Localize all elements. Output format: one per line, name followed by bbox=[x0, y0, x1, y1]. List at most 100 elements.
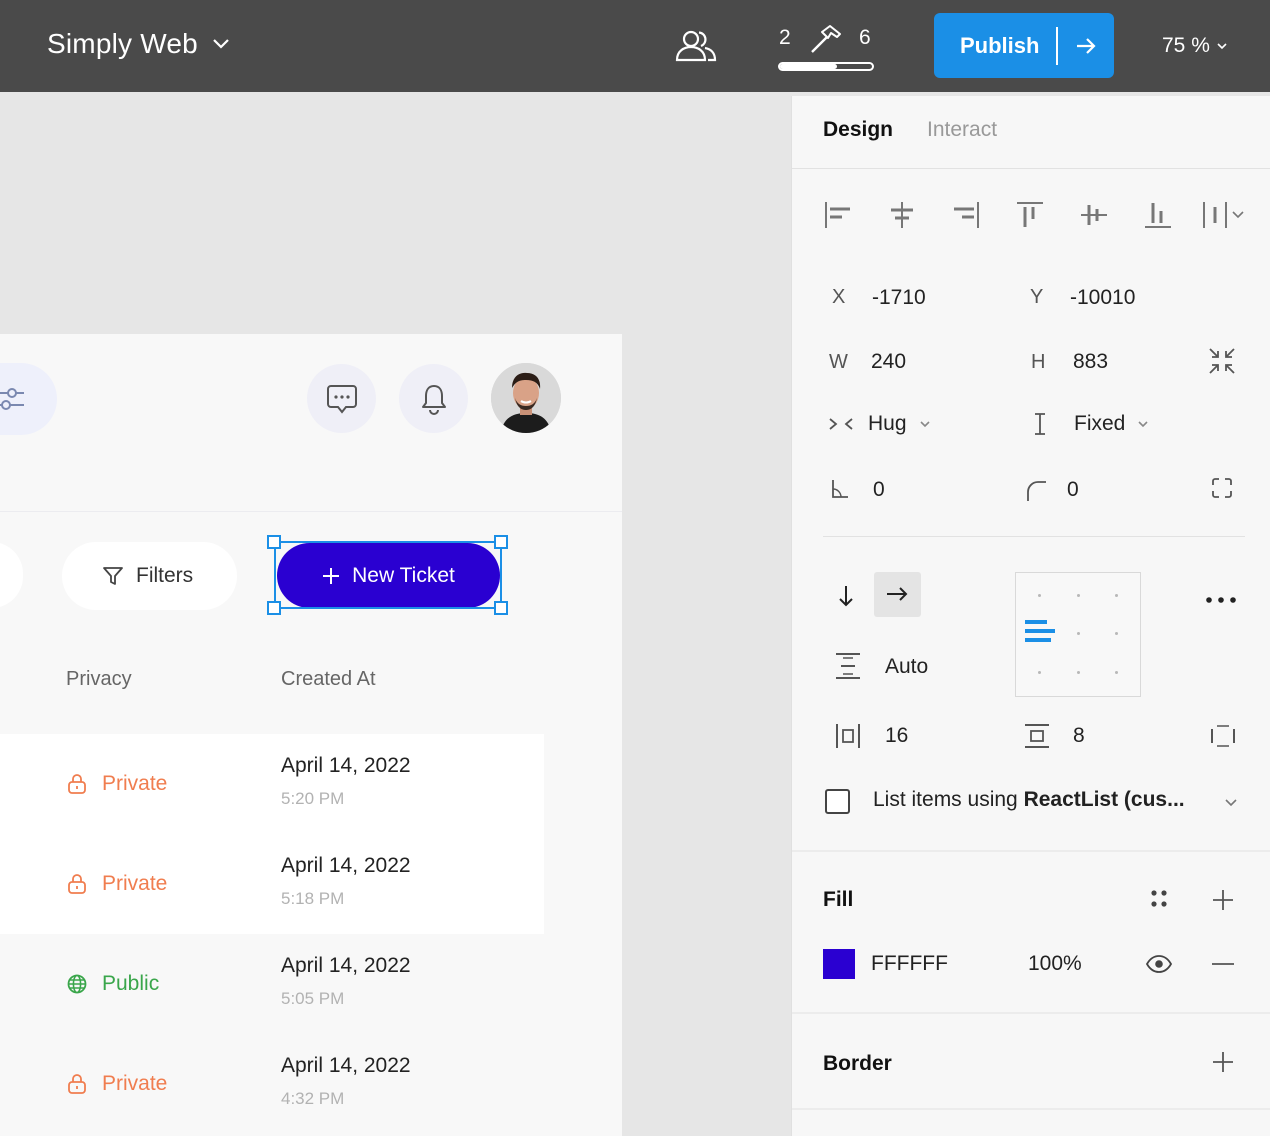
align-left-selected-icon[interactable] bbox=[1025, 618, 1057, 646]
vertical-padding-icon bbox=[1025, 724, 1049, 748]
align-bottom-icon[interactable] bbox=[1143, 200, 1173, 230]
resize-handle-bottom-left[interactable] bbox=[267, 601, 281, 615]
add-border-icon[interactable] bbox=[1211, 1050, 1235, 1074]
align-center-horizontal-icon[interactable] bbox=[887, 200, 917, 230]
arrow-right-icon bbox=[1077, 37, 1096, 54]
hammer-icon bbox=[811, 25, 841, 53]
h-label: H bbox=[1031, 351, 1046, 373]
privacy-label: Private bbox=[102, 872, 168, 895]
privacy-label: Private bbox=[102, 772, 168, 795]
chevron-down-icon bbox=[1138, 421, 1148, 428]
created-date: April 14, 2022 bbox=[281, 1054, 411, 1077]
resize-handle-top-right[interactable] bbox=[494, 535, 508, 549]
grid-dot[interactable] bbox=[1077, 594, 1080, 597]
align-right-icon[interactable] bbox=[951, 200, 981, 230]
vertical-resizing-dropdown[interactable]: Fixed bbox=[1074, 412, 1149, 436]
section-divider bbox=[792, 1108, 1270, 1110]
tab-interact[interactable]: Interact bbox=[927, 118, 997, 142]
frame-header bbox=[0, 334, 622, 512]
privacy-cell: Private bbox=[66, 772, 167, 796]
constrain-proportions-icon[interactable] bbox=[1207, 346, 1237, 376]
independent-corners-icon[interactable] bbox=[1211, 477, 1233, 499]
horizontal-padding-input[interactable]: 16 bbox=[885, 724, 908, 748]
corner-radius-icon bbox=[1027, 481, 1046, 501]
x-label: X bbox=[832, 286, 846, 308]
w-label: W bbox=[829, 351, 848, 373]
table-row[interactable]: Private April 14, 2022 5:18 PM bbox=[0, 834, 544, 934]
independent-padding-icon[interactable] bbox=[1210, 724, 1236, 748]
grid-dot[interactable] bbox=[1115, 671, 1118, 674]
created-time: 5:18 PM bbox=[281, 889, 345, 908]
ticket-table: Private April 14, 2022 5:20 PM Private A… bbox=[0, 734, 544, 1134]
build-count-left: 2 bbox=[779, 26, 791, 49]
section-divider bbox=[823, 536, 1245, 537]
lock-icon bbox=[68, 1074, 86, 1094]
tab-design[interactable]: Design bbox=[823, 118, 893, 142]
width-input[interactable]: 240 bbox=[871, 350, 906, 374]
build-status[interactable]: 2 6 bbox=[776, 24, 876, 72]
styles-icon[interactable] bbox=[1148, 888, 1170, 910]
new-ticket-button[interactable]: New Ticket bbox=[277, 543, 500, 608]
rotation-input[interactable]: 0 bbox=[873, 478, 885, 502]
distribute-menu-icon[interactable] bbox=[1201, 200, 1247, 230]
search-field[interactable] bbox=[0, 542, 23, 608]
list-items-label[interactable]: List items using ReactList (cus... bbox=[873, 788, 1185, 812]
grid-dot[interactable] bbox=[1115, 594, 1118, 597]
grid-dot[interactable] bbox=[1038, 594, 1041, 597]
add-fill-icon[interactable] bbox=[1211, 888, 1235, 912]
align-middle-icon[interactable] bbox=[1079, 200, 1109, 230]
list-items-component: ReactList (cus... bbox=[1023, 788, 1185, 811]
notifications-button[interactable] bbox=[399, 364, 468, 433]
arrow-right-icon bbox=[887, 587, 908, 601]
settings-button[interactable] bbox=[0, 363, 57, 435]
publish-button[interactable]: Publish bbox=[934, 13, 1114, 78]
fill-hex-input[interactable]: FFFFFF bbox=[871, 952, 948, 976]
arrow-down-icon[interactable] bbox=[836, 584, 856, 608]
project-switcher[interactable]: Simply Web bbox=[47, 28, 230, 60]
resize-handle-bottom-right[interactable] bbox=[494, 601, 508, 615]
new-ticket-label: New Ticket bbox=[352, 563, 455, 587]
table-row[interactable]: Private April 14, 2022 5:20 PM bbox=[0, 734, 544, 834]
messages-button[interactable] bbox=[307, 364, 376, 433]
align-left-icon[interactable] bbox=[823, 200, 853, 230]
grid-dot[interactable] bbox=[1077, 671, 1080, 674]
y-input[interactable]: -10010 bbox=[1070, 286, 1135, 310]
list-items-checkbox[interactable] bbox=[825, 789, 850, 814]
collaborators-icon[interactable] bbox=[674, 28, 718, 64]
created-date: April 14, 2022 bbox=[281, 954, 411, 977]
grid-dot[interactable] bbox=[1038, 671, 1041, 674]
vertical-padding-input[interactable]: 8 bbox=[1073, 724, 1085, 748]
grid-dot[interactable] bbox=[1115, 632, 1118, 635]
column-header-privacy[interactable]: Privacy bbox=[66, 668, 132, 691]
resize-handle-top-left[interactable] bbox=[267, 535, 281, 549]
zoom-dropdown[interactable]: 75 % bbox=[1162, 34, 1228, 58]
publish-options[interactable] bbox=[1058, 37, 1114, 55]
height-input[interactable]: 883 bbox=[1073, 350, 1108, 374]
table-row[interactable]: Public April 14, 2022 5:05 PM bbox=[0, 934, 544, 1034]
avatar[interactable] bbox=[491, 363, 561, 433]
fill-title: Fill bbox=[823, 888, 854, 911]
fill-color-swatch[interactable] bbox=[823, 949, 855, 979]
created-time: 5:05 PM bbox=[281, 989, 345, 1008]
fill-opacity-input[interactable]: 100% bbox=[1028, 952, 1082, 976]
corner-radius-input[interactable]: 0 bbox=[1067, 478, 1079, 502]
table-row[interactable]: Private April 14, 2022 4:32 PM bbox=[0, 1034, 544, 1134]
privacy-label: Public bbox=[102, 972, 160, 995]
spacing-mode-value[interactable]: Auto bbox=[885, 655, 928, 679]
column-header-created-at[interactable]: Created At bbox=[281, 668, 376, 691]
horizontal-padding-icon bbox=[836, 724, 860, 748]
alignment-grid[interactable] bbox=[1015, 572, 1141, 697]
filters-button[interactable]: Filters bbox=[62, 542, 237, 610]
created-time: 4:32 PM bbox=[281, 1089, 345, 1108]
direction-horizontal-button[interactable] bbox=[874, 572, 921, 617]
remove-fill-icon[interactable] bbox=[1211, 962, 1235, 966]
grid-dot[interactable] bbox=[1077, 632, 1080, 635]
horizontal-resizing-dropdown[interactable]: Hug bbox=[868, 412, 931, 436]
align-top-icon[interactable] bbox=[1015, 200, 1045, 230]
eye-icon[interactable] bbox=[1145, 954, 1173, 974]
chevron-down-icon[interactable] bbox=[1224, 798, 1238, 807]
x-input[interactable]: -1710 bbox=[872, 286, 926, 310]
zoom-value: 75 % bbox=[1162, 34, 1210, 57]
chevron-down-icon bbox=[919, 421, 930, 428]
more-options-icon[interactable] bbox=[1204, 596, 1238, 604]
